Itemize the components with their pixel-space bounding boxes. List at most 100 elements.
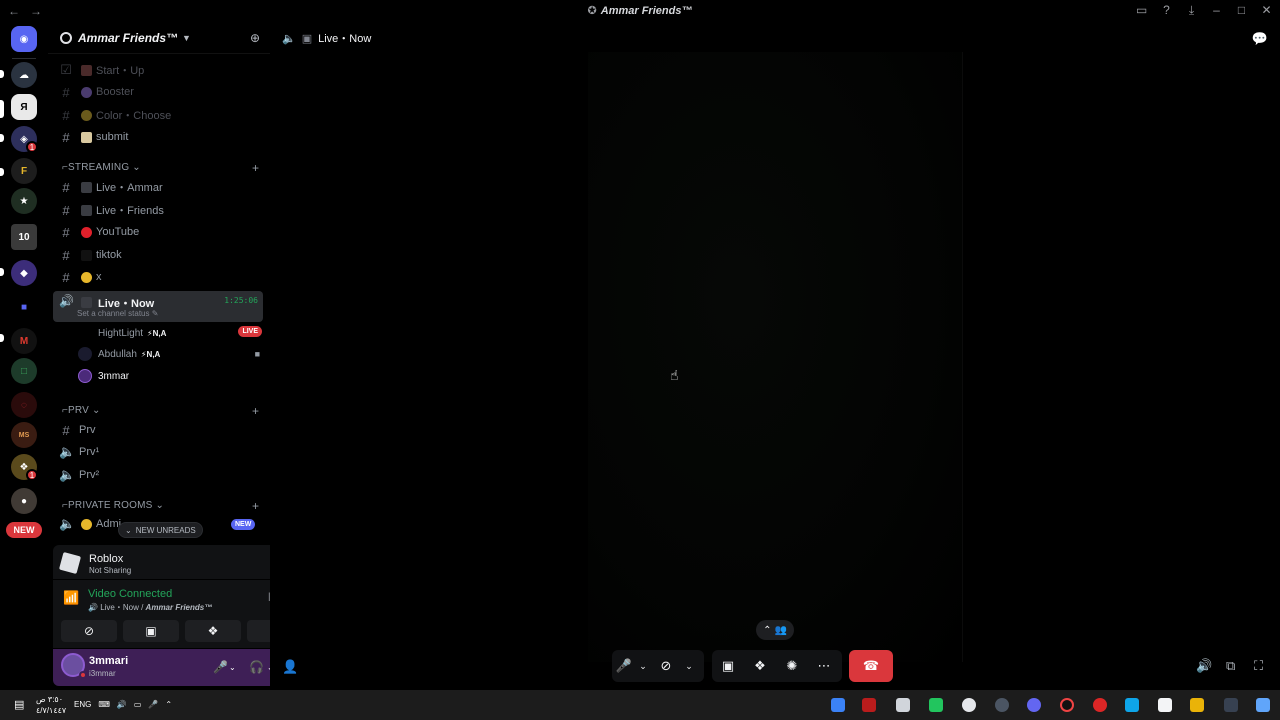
hash-icon: #: [62, 107, 70, 123]
channel-prv[interactable]: # Prv: [54, 419, 262, 441]
inbox-icon[interactable]: ▭: [1136, 3, 1147, 18]
connection-state[interactable]: Video Connected: [88, 588, 172, 600]
steam-icon[interactable]: [962, 698, 976, 712]
channel-x[interactable]: # x: [54, 266, 262, 288]
server-icon-ammar[interactable]: Я: [11, 94, 37, 120]
server-icon-7[interactable]: ◆: [11, 260, 37, 286]
pin-icon: [81, 64, 92, 76]
more-options-icon[interactable]: ⋯: [808, 658, 840, 674]
windows-taskbar: ▤ ٣:٥٠ ص ٤/٧/١٤٤٧ ENG ⌨ 🔊 ▭ 🎤 ⌃: [0, 690, 1280, 720]
channel-prv-1[interactable]: 🔈 Prv¹: [54, 441, 262, 463]
download-icon[interactable]: ⤓: [1186, 3, 1197, 18]
opera-icon[interactable]: [1093, 698, 1107, 712]
server-icon-13[interactable]: ●: [11, 488, 37, 514]
display-name[interactable]: 3mmari: [89, 655, 128, 667]
minimize-button[interactable]: –: [1211, 3, 1222, 18]
guild-header[interactable]: Ammar Friends™ ▼ ⊕: [48, 22, 270, 54]
app-icon-6[interactable]: [995, 698, 1009, 712]
activities-icon[interactable]: ❖: [744, 658, 776, 674]
signal-icon[interactable]: 📶: [63, 590, 79, 606]
channel-youtube[interactable]: # YouTube: [54, 221, 262, 243]
clock[interactable]: ٣:٥٠ ص ٤/٧/١٤٤٧: [36, 694, 66, 716]
server-icon-m[interactable]: M: [11, 328, 37, 354]
channel-start-up[interactable]: ☑ Start・Up: [54, 59, 262, 81]
channel-prv-2[interactable]: 🔈 Prv²: [54, 464, 262, 486]
checkbox-icon: ☑: [60, 62, 72, 77]
server-icon-1[interactable]: ☁: [11, 62, 37, 88]
pop-out-icon[interactable]: ⧉: [1226, 658, 1235, 674]
help-icon[interactable]: ?: [1161, 3, 1172, 18]
microphone-icon[interactable]: 🎤: [148, 700, 158, 709]
voice-user-3mmar[interactable]: 3mmar: [78, 366, 262, 386]
stream-video[interactable]: [588, 52, 962, 662]
server-icon-4[interactable]: F: [11, 158, 37, 184]
expand-participants-button[interactable]: ⌃ 👥: [756, 620, 794, 640]
voice-user-abdullah[interactable]: Abdullah ⚡N,A ■: [78, 344, 262, 364]
headphones-icon[interactable]: 🎧: [249, 660, 264, 674]
channel-booster[interactable]: # Booster: [54, 81, 262, 103]
channel-tiktok[interactable]: # tiktok: [54, 244, 262, 266]
keyboard-icon[interactable]: ⌨: [98, 700, 110, 709]
new-servers-pill[interactable]: NEW: [6, 522, 42, 538]
server-icon-11[interactable]: MS: [11, 422, 37, 448]
server-icon-9[interactable]: □: [11, 358, 37, 384]
app-icon-1[interactable]: [831, 698, 845, 712]
folder-icon[interactable]: ■: [11, 294, 37, 320]
connection-location[interactable]: 🔊 Live・Now / Ammar Friends™: [88, 602, 212, 613]
server-icon-6[interactable]: 10: [11, 224, 37, 250]
activities-button[interactable]: ❖: [185, 620, 241, 642]
disconnect-call-button[interactable]: ☎: [849, 650, 893, 682]
voice-user-hightlight[interactable]: HightLight ⚡N,A LIVE: [78, 323, 262, 343]
screen-share-icon[interactable]: ▣: [712, 658, 744, 674]
channel-color-choose[interactable]: # Color・Choose: [54, 104, 262, 126]
volume-icon[interactable]: 🔊: [1196, 658, 1212, 674]
camera-off-icon[interactable]: ⊘: [650, 658, 682, 674]
channel-live-friends[interactable]: # Live・Friends: [54, 199, 262, 221]
chevron-down-icon[interactable]: ⌄: [636, 661, 650, 672]
channel-status-prompt[interactable]: Set a channel status ✎: [77, 309, 158, 318]
new-unreads-pill[interactable]: ⌄ NEW UNREADS: [118, 522, 203, 538]
add-channel-icon[interactable]: +: [252, 404, 259, 418]
speaker-icon: 🔈: [59, 467, 76, 482]
fullscreen-icon[interactable]: ⛶: [1254, 658, 1263, 674]
discord-taskbar-icon[interactable]: [1027, 698, 1041, 712]
notification-icon[interactable]: ▤: [14, 698, 24, 711]
microphone-icon[interactable]: 🎤: [612, 658, 636, 674]
screen-share-button[interactable]: ▣: [123, 620, 179, 642]
network-icon[interactable]: ▭: [134, 700, 142, 709]
app-icon-8[interactable]: [1060, 698, 1074, 712]
add-channel-icon[interactable]: +: [252, 161, 259, 175]
discord-home-icon[interactable]: ◉: [11, 26, 37, 52]
channel-live-ammar[interactable]: # Live・Ammar: [54, 176, 262, 198]
add-people-icon[interactable]: 👤: [282, 659, 298, 675]
camera-icon: [81, 297, 92, 308]
maximize-button[interactable]: □: [1236, 3, 1247, 18]
category-private-rooms[interactable]: ⌐PRIVATE ROOMS ⌄ +: [62, 499, 259, 513]
windows-start-icon[interactable]: [1256, 698, 1270, 712]
soundboard-icon[interactable]: ✺: [776, 658, 808, 674]
microphone-icon[interactable]: 🎤: [213, 660, 228, 674]
chevron-down-icon[interactable]: ⌄: [682, 661, 696, 672]
add-channel-icon[interactable]: +: [252, 499, 259, 513]
speaker-icon[interactable]: 🔊: [117, 700, 127, 709]
whatsapp-icon[interactable]: [929, 698, 943, 712]
language-indicator[interactable]: ENG: [74, 700, 91, 709]
category-prv[interactable]: ⌐PRV ⌄ +: [62, 404, 259, 418]
server-icon-5[interactable]: ★: [11, 188, 37, 214]
chat-bubble-icon[interactable]: 💬: [1252, 31, 1268, 47]
invite-icon[interactable]: ⊕: [250, 31, 260, 45]
chevron-up-icon[interactable]: ⌃: [165, 700, 172, 709]
close-button[interactable]: ✕: [1261, 3, 1272, 18]
camera-off-button[interactable]: ⊘: [61, 620, 117, 642]
chevron-down-icon[interactable]: ⌄: [229, 663, 236, 672]
file-explorer-icon[interactable]: [1190, 698, 1204, 712]
channel-submit[interactable]: # submit: [54, 126, 262, 148]
task-view-icon[interactable]: [1224, 698, 1238, 712]
app-icon-2[interactable]: [862, 698, 876, 712]
outlook-icon[interactable]: [1125, 698, 1139, 712]
server-icon-10[interactable]: ◌: [11, 392, 37, 418]
category-streaming[interactable]: ⌐STREAMING ⌄ +: [62, 161, 259, 175]
app-icon-3[interactable]: [896, 698, 910, 712]
store-icon[interactable]: [1158, 698, 1172, 712]
voice-channel-live-now[interactable]: 🔊 Live・Now 1:25:06 Set a channel status …: [53, 291, 263, 322]
